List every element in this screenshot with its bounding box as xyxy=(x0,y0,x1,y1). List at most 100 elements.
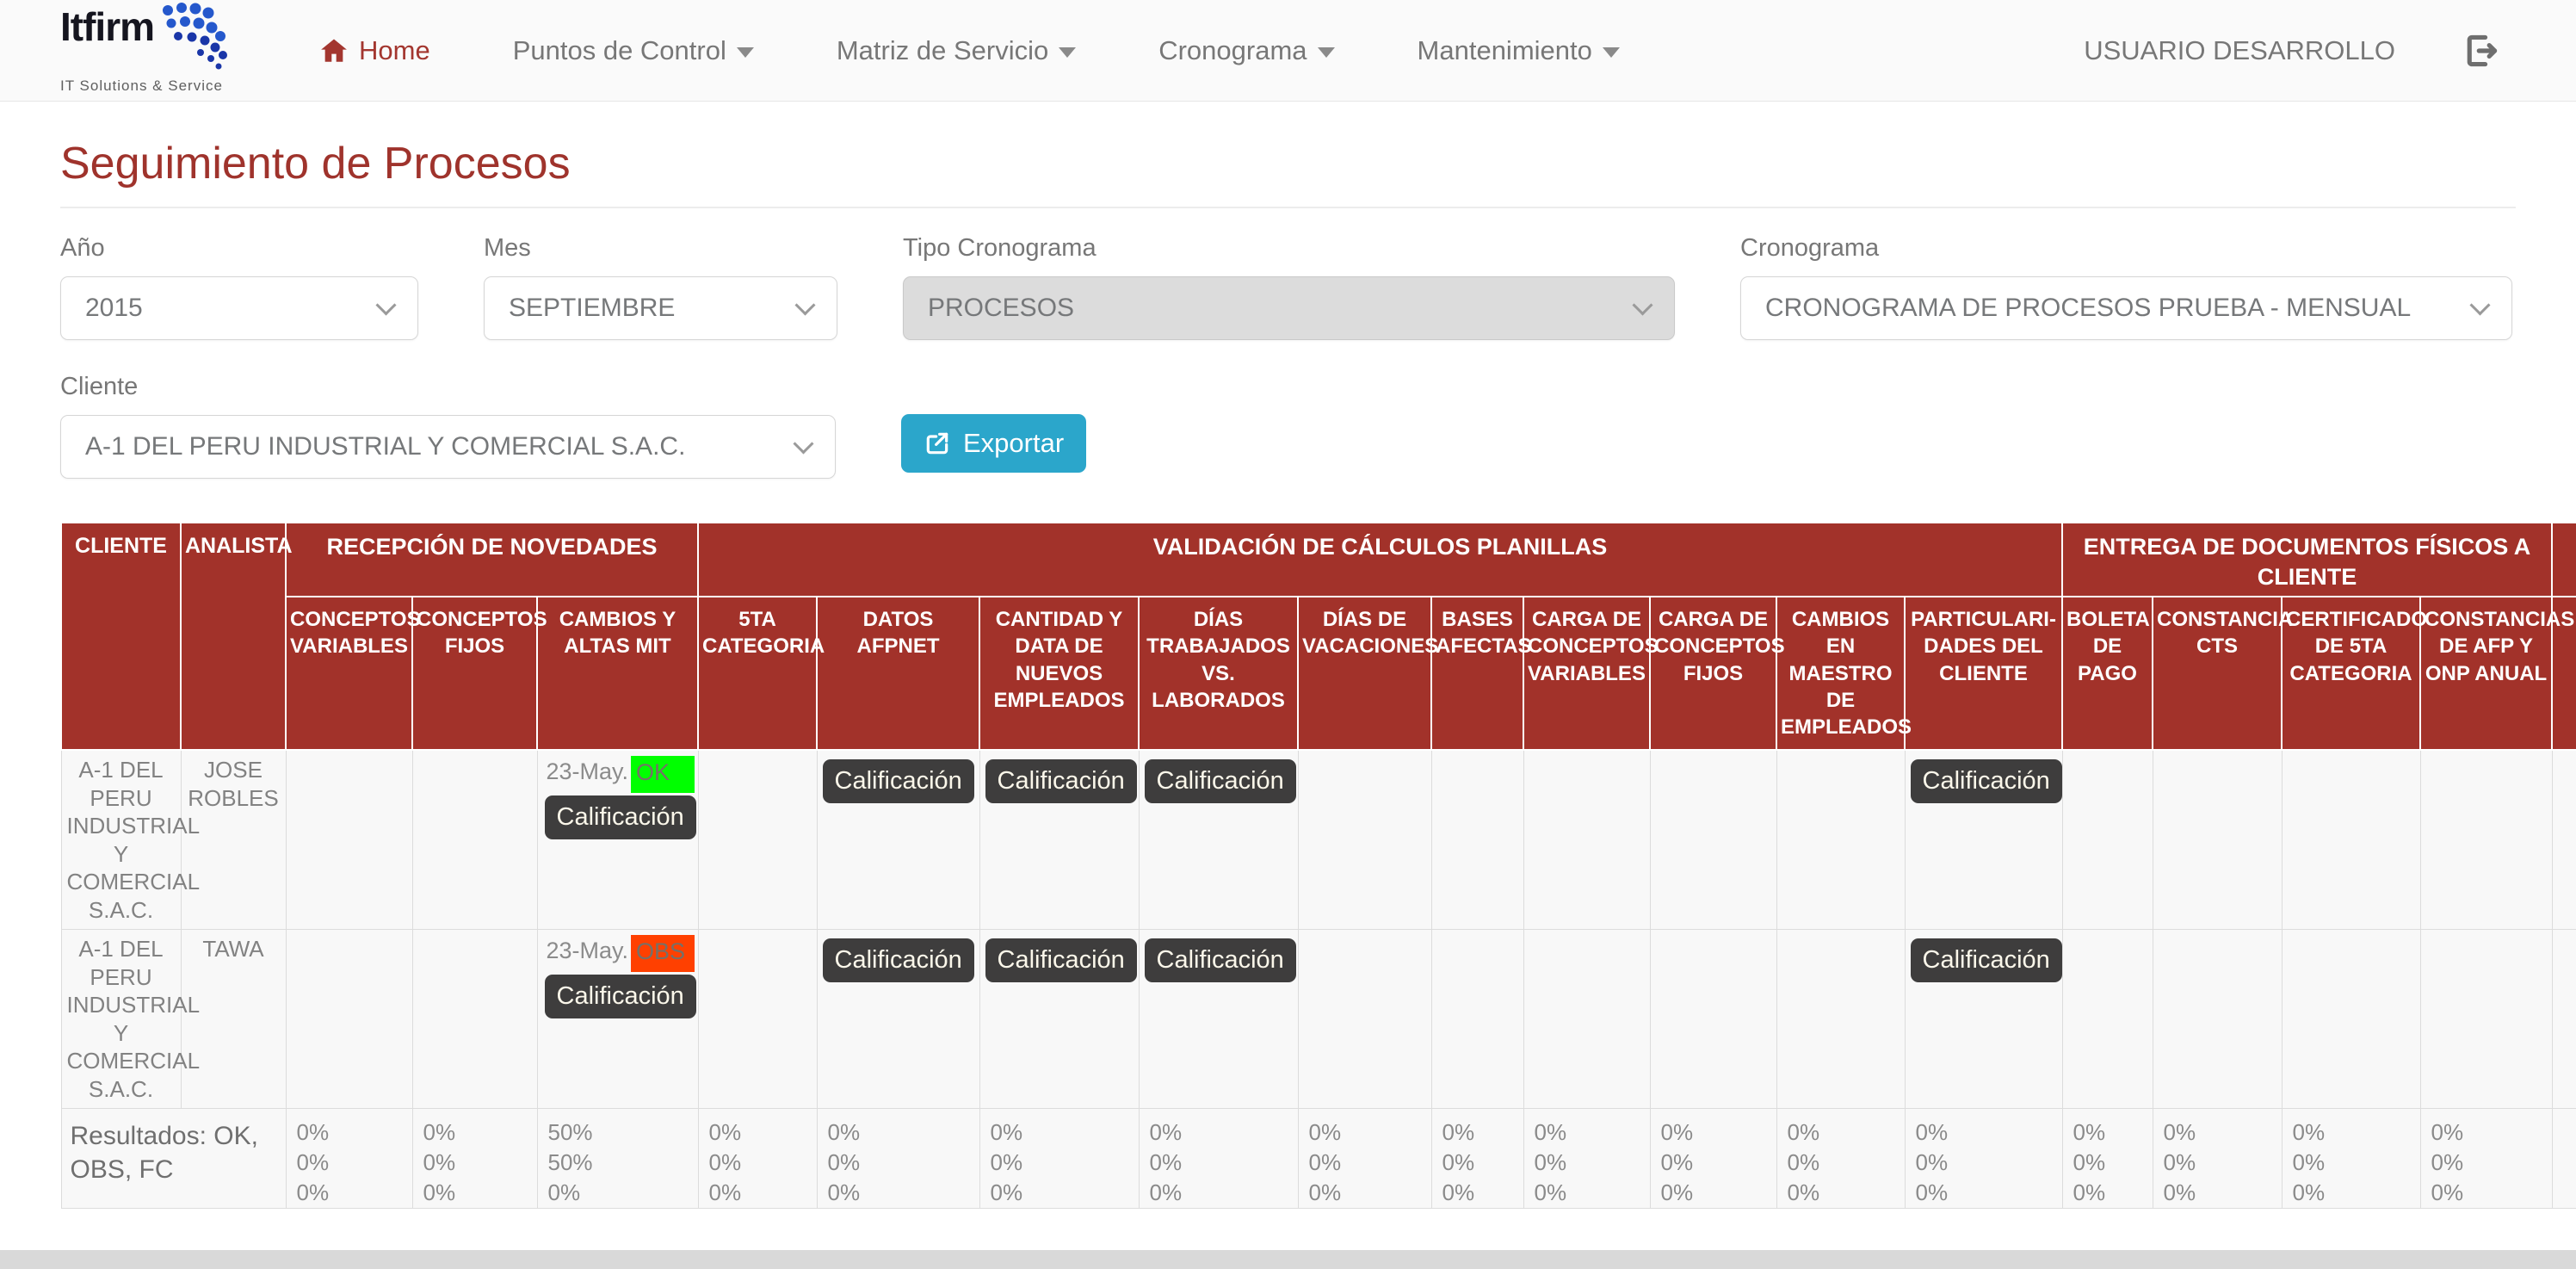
table-cell xyxy=(2153,750,2282,930)
due-date-line: 23-May.OK xyxy=(541,756,695,793)
percentage-value: 0% xyxy=(1309,1148,1431,1178)
horizontal-scrollbar[interactable] xyxy=(0,1250,2576,1269)
column-header: DÍAS TRABAJADOS VS. LABORADOS xyxy=(1139,597,1298,750)
results-cell: 0%0%0% xyxy=(1905,1109,2062,1209)
results-cell: 0%0%0% xyxy=(2282,1109,2420,1209)
percentage-value: 50% xyxy=(548,1148,698,1178)
table-cell xyxy=(2282,750,2420,930)
percentage-value: 0% xyxy=(1661,1178,1776,1208)
table-cell xyxy=(698,930,817,1109)
nav-item-cronograma[interactable]: Cronograma xyxy=(1158,35,1334,66)
table-cell xyxy=(2282,930,2420,1109)
calificacion-button[interactable]: Calificación xyxy=(545,975,696,1018)
percentage-value: 0% xyxy=(828,1117,979,1148)
table-cell xyxy=(1298,930,1431,1109)
calificacion-button[interactable]: Calificación xyxy=(985,938,1137,982)
filters-row-2: Cliente A-1 DEL PERU INDUSTRIAL Y COMERC… xyxy=(60,373,2576,479)
percentage-value: 0% xyxy=(1309,1178,1431,1208)
percentage-value: 0% xyxy=(423,1148,537,1178)
column-header: DATOS AFPNET xyxy=(817,597,979,750)
column-header: CARGA DE CONCEPTOS VARIABLES xyxy=(1523,597,1650,750)
percentage-value: 0% xyxy=(1916,1117,2062,1148)
month-select-value: SEPTIEMBRE xyxy=(509,294,675,323)
calificacion-button[interactable]: Calificación xyxy=(545,795,696,839)
calificacion-button[interactable]: Calificación xyxy=(823,938,974,982)
percentage-value: 0% xyxy=(2431,1117,2552,1148)
nav-item-puntos-de-control[interactable]: Puntos de Control xyxy=(513,35,754,66)
column-header: PARTICULARI-DADES DEL CLIENTE xyxy=(1905,597,2062,750)
nav-item-home[interactable]: Home xyxy=(319,35,430,66)
logout-icon[interactable] xyxy=(2462,32,2500,70)
year-select-value: 2015 xyxy=(85,294,143,323)
percentage-value: 0% xyxy=(1788,1178,1905,1208)
chevron-down-icon xyxy=(1603,47,1620,58)
nav-menu: Home Puntos de Control Matriz de Servici… xyxy=(319,35,1620,66)
results-cell: 0%0%0% xyxy=(412,1109,537,1209)
results-cell: 0%0%0% xyxy=(1431,1109,1523,1209)
export-icon xyxy=(924,430,951,457)
percentage-value: 0% xyxy=(2293,1148,2420,1178)
column-header: CONCEPTOS FIJOS xyxy=(412,597,537,750)
percentage-value: 0% xyxy=(1150,1178,1298,1208)
table-cell xyxy=(1298,750,1431,930)
brand-name: Itfirm xyxy=(60,7,154,46)
month-select[interactable]: SEPTIEMBRE xyxy=(484,276,837,340)
percentage-value: 0% xyxy=(1788,1148,1905,1178)
results-row: Resultados: OK, OBS, FC0%0%0%0%0%0%50%50… xyxy=(61,1109,2576,1209)
percentage-value: 0% xyxy=(1442,1117,1523,1148)
export-button[interactable]: Exportar xyxy=(901,414,1086,473)
chevron-down-icon xyxy=(1318,47,1335,58)
calificacion-button[interactable]: Calificación xyxy=(985,759,1137,803)
nav-item-label: Puntos de Control xyxy=(513,35,726,66)
year-select[interactable]: 2015 xyxy=(60,276,418,340)
year-label: Año xyxy=(60,234,418,263)
client-select[interactable]: A-1 DEL PERU INDUSTRIAL Y COMERCIAL S.A.… xyxy=(60,415,836,479)
calificacion-button[interactable]: Calificación xyxy=(1911,759,2062,803)
percentage-value: 0% xyxy=(1661,1148,1776,1178)
calificacion-button[interactable]: Calificación xyxy=(1911,938,2062,982)
results-cell xyxy=(2552,1109,2576,1209)
table-cell xyxy=(1776,750,1905,930)
table-cell: 23-May.OBSCalificación xyxy=(537,930,698,1109)
calificacion-button[interactable]: Calificación xyxy=(823,759,974,803)
column-header: CONSTANCIA CTS xyxy=(2153,597,2282,750)
table-cell xyxy=(286,930,412,1109)
results-cell: 0%0%0% xyxy=(2153,1109,2282,1209)
percentage-value: 0% xyxy=(2293,1117,2420,1148)
table-cell xyxy=(2153,930,2282,1109)
client-cell: A-1 DEL PERU INDUSTRIAL Y COMERCIAL S.A.… xyxy=(61,750,181,930)
results-cell: 0%0%0% xyxy=(1298,1109,1431,1209)
process-table-wrap: CLIENTEANALISTARECEPCIÓN DE NOVEDADESVAL… xyxy=(60,522,2576,1209)
table-cell xyxy=(2552,930,2576,1109)
chevron-down-icon xyxy=(1059,47,1076,58)
table-cell: Calificación xyxy=(1905,750,2062,930)
results-cell: 0%0%0% xyxy=(1523,1109,1650,1209)
percentage-value: 0% xyxy=(1788,1117,1905,1148)
column-header: CAMBIOS EN MAESTRO DE EMPLEADOS xyxy=(1776,597,1905,750)
percentage-value: 0% xyxy=(1661,1117,1776,1148)
percentage-value: 50% xyxy=(548,1117,698,1148)
table-cell xyxy=(1431,750,1523,930)
column-header: CAMBIOS Y ALTAS MIT xyxy=(537,597,698,750)
nav-item-matriz-de-servicio[interactable]: Matriz de Servicio xyxy=(837,35,1076,66)
table-cell: Calificación xyxy=(1139,750,1298,930)
percentage-value: 0% xyxy=(548,1178,698,1208)
nav-item-label: Matriz de Servicio xyxy=(837,35,1048,66)
chevron-down-icon xyxy=(737,47,754,58)
calificacion-button[interactable]: Calificación xyxy=(1145,759,1296,803)
calificacion-button[interactable]: Calificación xyxy=(1145,938,1296,982)
table-header-columns-row: CONCEPTOS VARIABLESCONCEPTOS FIJOSCAMBIO… xyxy=(61,597,2576,750)
nav-item-label: Home xyxy=(359,35,430,66)
table-cell xyxy=(286,750,412,930)
percentage-value: 0% xyxy=(991,1178,1139,1208)
schedule-select[interactable]: CRONOGRAMA DE PROCESOS PRUEBA - MENSUAL xyxy=(1740,276,2512,340)
results-cell: 0%0%0% xyxy=(1650,1109,1776,1209)
percentage-value: 0% xyxy=(297,1178,412,1208)
table-cell xyxy=(2062,750,2153,930)
percentage-value: 0% xyxy=(828,1178,979,1208)
results-cell: 0%0%0% xyxy=(1776,1109,1905,1209)
table-cell xyxy=(1431,930,1523,1109)
nav-item-mantenimiento[interactable]: Mantenimiento xyxy=(1418,35,1620,66)
table-row: A-1 DEL PERU INDUSTRIAL Y COMERCIAL S.A.… xyxy=(61,930,2576,1109)
percentage-value: 0% xyxy=(1916,1148,2062,1178)
